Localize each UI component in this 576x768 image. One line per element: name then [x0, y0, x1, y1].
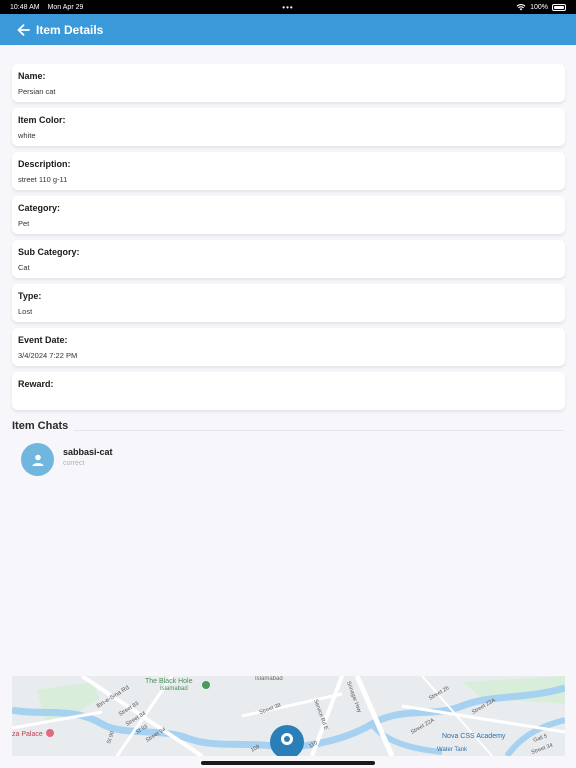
field-label: Type: — [18, 291, 42, 301]
map-label: za Palace — [12, 731, 43, 738]
field-value: Persian cat — [18, 87, 56, 96]
map-label: Water Tank — [437, 747, 468, 753]
field-card-description: Description: street 110 g-11 — [12, 152, 565, 190]
chat-text: sabbasi-cat correct — [63, 447, 113, 467]
place-pin-icon[interactable] — [202, 681, 210, 689]
person-icon — [32, 454, 43, 466]
field-card-category: Category: Pet — [12, 196, 565, 234]
field-card-reward: Reward: — [12, 372, 565, 410]
field-value: Cat — [18, 263, 30, 272]
field-label: Description: — [18, 159, 71, 169]
status-left: 10:48 AM Mon Apr 29 — [10, 4, 83, 11]
multitask-dots[interactable]: ••• — [282, 3, 293, 12]
chats-divider — [74, 430, 564, 431]
map-canvas[interactable]: The Black Hole Islamabad Islamabad Ibn-e… — [12, 676, 565, 756]
status-date: Mon Apr 29 — [47, 3, 84, 11]
page-title: Item Details — [36, 22, 104, 37]
field-label: Reward: — [18, 379, 54, 389]
field-card-event-date: Event Date: 3/4/2024 7:22 PM — [12, 328, 565, 366]
home-indicator — [201, 761, 375, 765]
field-value: white — [18, 131, 36, 140]
chat-list-item[interactable]: sabbasi-cat correct — [21, 443, 113, 476]
map-label: The Black Hole — [145, 678, 193, 685]
field-value: 3/4/2024 7:22 PM — [18, 351, 78, 360]
field-label: Event Date: — [18, 335, 68, 345]
chat-last-message: correct — [63, 459, 85, 467]
wifi-icon — [516, 4, 526, 11]
field-card-type: Type: Lost — [12, 284, 565, 322]
location-map[interactable]: The Black Hole Islamabad Islamabad Ibn-e… — [12, 676, 565, 756]
field-value: Pet — [18, 219, 30, 228]
field-card-item-color: Item Color: white — [12, 108, 565, 146]
field-label: Sub Category: — [18, 247, 80, 257]
chats-heading: Item Chats — [12, 420, 69, 432]
back-button[interactable] — [14, 21, 32, 39]
details-list: Name: Persian cat Item Color: white Desc… — [12, 64, 565, 416]
battery-percent: 100% — [530, 3, 548, 11]
map-label: Islamabad — [160, 686, 188, 692]
status-bar: 10:48 AM Mon Apr 29 ••• 100% — [0, 0, 576, 14]
battery-icon — [552, 3, 566, 11]
map-label: Islamabad — [255, 676, 283, 682]
chat-name: sabbasi-cat — [63, 446, 113, 457]
field-value: street 110 g-11 — [18, 175, 68, 184]
field-label: Item Color: — [18, 115, 66, 125]
restaurant-pin-icon[interactable] — [46, 729, 54, 737]
field-card-name: Name: Persian cat — [12, 64, 565, 102]
field-label: Category: — [18, 203, 61, 213]
field-label: Name: — [18, 71, 46, 81]
status-time: 10:48 AM — [10, 3, 40, 11]
map-label: Nova CSS Academy — [442, 733, 506, 740]
field-card-sub-category: Sub Category: Cat — [12, 240, 565, 278]
app-bar: Item Details — [0, 14, 576, 45]
arrow-left-icon — [17, 23, 30, 36]
avatar — [21, 443, 54, 476]
status-right: 100% — [516, 3, 566, 11]
field-value: Lost — [18, 307, 33, 316]
